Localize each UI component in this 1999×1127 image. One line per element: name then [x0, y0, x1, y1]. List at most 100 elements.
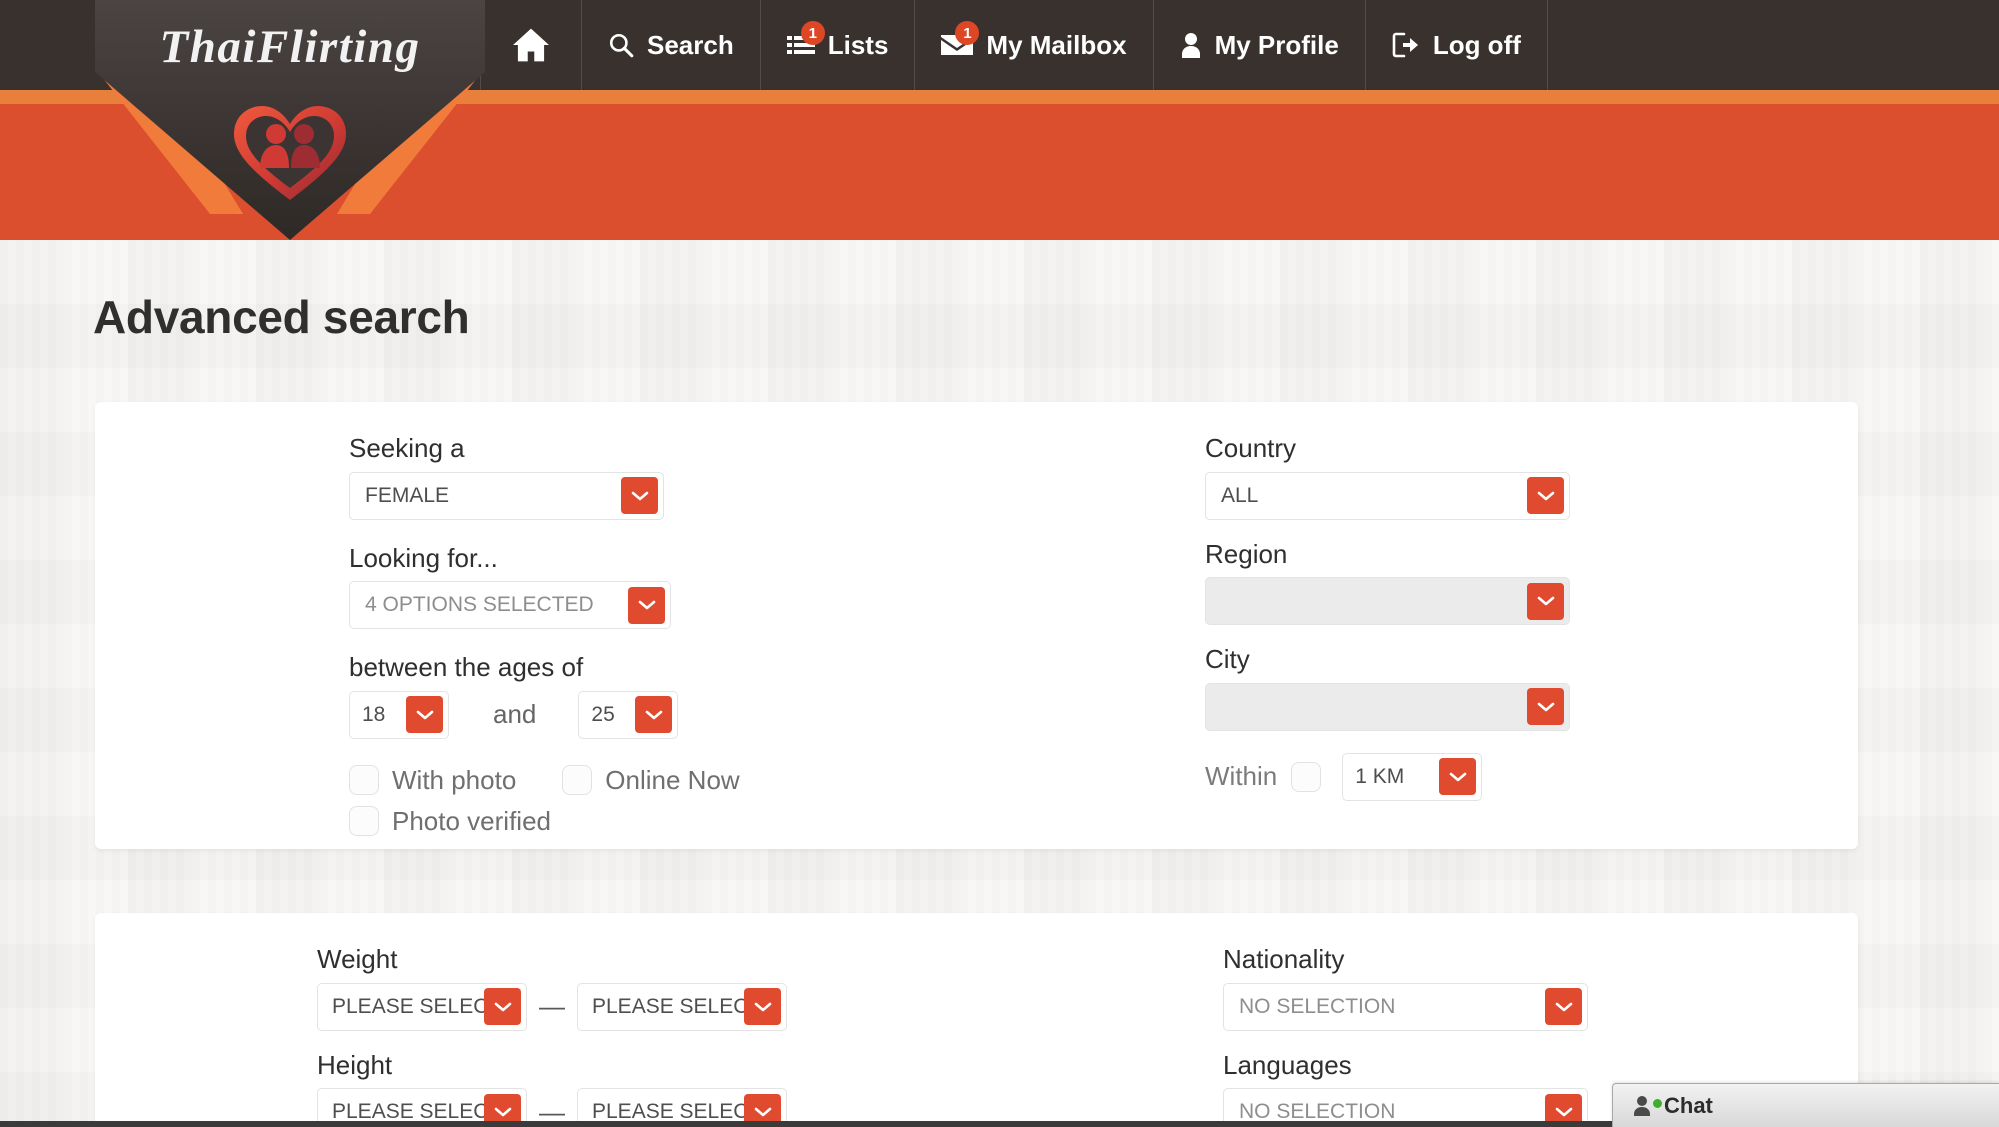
online-now-checkbox[interactable]	[562, 765, 593, 795]
logo-wordmark: ThaiFlirting	[160, 21, 421, 73]
looking-for-value: 4 OPTIONS SELECTED	[365, 593, 594, 616]
looking-for-label: Looking for...	[349, 542, 498, 573]
nav-item-lists[interactable]: 1 Lists	[759, 0, 915, 90]
age-range-row: 18 and 25	[349, 690, 969, 739]
weight-field: Weight PLEASE SELECT.. — PLEASE SELECT..	[317, 943, 937, 1031]
nav-item-logoff[interactable]: Log off	[1364, 0, 1548, 90]
chevron-down-icon[interactable]	[406, 696, 443, 733]
age-min-select[interactable]: 18	[349, 690, 449, 739]
region-label: Region	[1205, 538, 1288, 569]
seeking-value: FEMALE	[365, 483, 450, 507]
site-logo[interactable]: ThaiFlirting	[95, 0, 485, 240]
with-photo-checkbox-row[interactable]: With photo	[349, 765, 516, 796]
mailbox-badge: 1	[955, 21, 980, 45]
age-conjunction: and	[493, 699, 537, 729]
nav-item-home[interactable]	[480, 0, 581, 90]
age-range-field: between the ages of 18 and 25	[349, 651, 969, 739]
chevron-down-icon[interactable]	[744, 988, 781, 1025]
chevron-down-icon[interactable]	[1527, 582, 1564, 620]
lists-icon: 1	[786, 21, 825, 57]
age-max-value: 25	[591, 702, 615, 726]
country-field: Country ALL	[1205, 432, 1825, 520]
weight-min-select[interactable]: PLEASE SELECT..	[317, 982, 527, 1031]
chevron-down-icon[interactable]	[1527, 477, 1564, 514]
chevron-down-icon[interactable]	[1527, 688, 1564, 725]
page-title: Advanced search	[93, 291, 470, 343]
within-distance-select[interactable]: 1 KM	[1342, 752, 1483, 801]
nav-label-lists: Lists	[827, 29, 889, 60]
home-icon	[511, 27, 551, 63]
page-content: Advanced search Seeking a FEMALE Looking…	[0, 240, 1999, 1127]
weight-row: PLEASE SELECT.. — PLEASE SELECT..	[317, 982, 937, 1031]
online-now-label: Online Now	[605, 764, 740, 795]
height-field: Height PLEASE SELECT.. — PLEASE SELECT..	[317, 1049, 937, 1127]
search-criteria-card: Seeking a FEMALE Looking for... 4 OPTION…	[95, 402, 1858, 849]
nav-label-mailbox: My Mailbox	[986, 29, 1127, 60]
looking-for-field: Looking for... 4 OPTIONS SELECTED	[349, 542, 969, 629]
within-field: Within 1 KM	[1205, 752, 1825, 801]
languages-label: Languages	[1223, 1049, 1352, 1080]
chat-widget[interactable]: Chat	[1612, 1083, 1999, 1127]
nationality-select[interactable]: NO SELECTION	[1223, 982, 1588, 1031]
logout-icon	[1392, 32, 1420, 58]
details-left-column: Weight PLEASE SELECT.. — PLEASE SELECT..	[317, 943, 937, 1127]
country-label: Country	[1205, 433, 1297, 463]
chevron-down-icon[interactable]	[628, 586, 665, 624]
city-label: City	[1205, 644, 1250, 674]
nationality-label: Nationality	[1223, 944, 1345, 974]
search-right-column: Country ALL Region City Within 1 KM	[1205, 432, 1825, 801]
nav-label-search: Search	[647, 29, 734, 60]
within-checkbox[interactable]	[1291, 761, 1322, 792]
country-value: ALL	[1221, 483, 1259, 507]
looking-for-select[interactable]: 4 OPTIONS SELECTED	[349, 581, 671, 629]
search-icon	[608, 32, 634, 58]
online-status-dot	[1653, 1098, 1662, 1108]
seeking-field: Seeking a FEMALE	[349, 432, 969, 520]
city-field: City	[1205, 643, 1825, 731]
chat-label: Chat	[1664, 1092, 1713, 1118]
checkbox-row-1: With photo Online Now	[349, 765, 969, 796]
weight-label: Weight	[317, 944, 398, 974]
photo-verified-checkbox[interactable]	[349, 806, 379, 836]
with-photo-checkbox[interactable]	[349, 765, 379, 795]
chat-user-icon	[1631, 1095, 1662, 1117]
user-icon	[1180, 32, 1202, 58]
chevron-down-icon[interactable]	[635, 696, 673, 733]
nav-item-mailbox[interactable]: 1 My Mailbox	[914, 0, 1152, 90]
seeking-select[interactable]: FEMALE	[349, 471, 664, 520]
chevron-down-icon[interactable]	[1545, 988, 1582, 1025]
lists-badge: 1	[800, 21, 825, 45]
chevron-down-icon[interactable]	[484, 988, 521, 1025]
photo-filter-checkboxes: With photo Online Now Photo verified	[349, 765, 969, 837]
within-distance-value: 1 KM	[1355, 764, 1405, 788]
region-field: Region	[1205, 538, 1825, 625]
age-min-value: 18	[362, 702, 386, 726]
nav-label-profile: My Profile	[1214, 29, 1339, 60]
region-select[interactable]	[1205, 577, 1570, 625]
nav-label-logoff: Log off	[1432, 29, 1521, 60]
age-range-label: between the ages of	[349, 652, 584, 682]
search-left-column: Seeking a FEMALE Looking for... 4 OPTION…	[349, 432, 969, 837]
weight-separator: —	[539, 991, 565, 1021]
nav-item-search[interactable]: Search	[581, 0, 760, 90]
chevron-down-icon[interactable]	[1439, 758, 1477, 795]
with-photo-label: With photo	[392, 764, 517, 795]
weight-min-value: PLEASE SELECT..	[332, 994, 484, 1018]
envelope-icon: 1	[941, 21, 980, 57]
age-max-select[interactable]: 25	[578, 690, 679, 739]
chat-bar-underline	[0, 1121, 1612, 1127]
city-select[interactable]	[1205, 682, 1570, 731]
country-select[interactable]: ALL	[1205, 471, 1570, 520]
chevron-down-icon[interactable]	[621, 477, 658, 514]
within-label: Within	[1205, 761, 1278, 792]
nav-item-profile[interactable]: My Profile	[1152, 0, 1365, 90]
physical-details-card: Weight PLEASE SELECT.. — PLEASE SELECT..	[95, 913, 1858, 1127]
weight-max-value: PLEASE SELECT..	[592, 994, 744, 1018]
photo-verified-label: Photo verified	[392, 805, 551, 836]
seeking-label: Seeking a	[349, 433, 465, 463]
nationality-value: NO SELECTION	[1239, 994, 1396, 1018]
online-now-checkbox-row[interactable]: Online Now	[562, 764, 740, 796]
photo-verified-checkbox-row[interactable]: Photo verified	[349, 806, 969, 837]
height-label: Height	[317, 1049, 393, 1080]
weight-max-select[interactable]: PLEASE SELECT..	[577, 982, 787, 1031]
